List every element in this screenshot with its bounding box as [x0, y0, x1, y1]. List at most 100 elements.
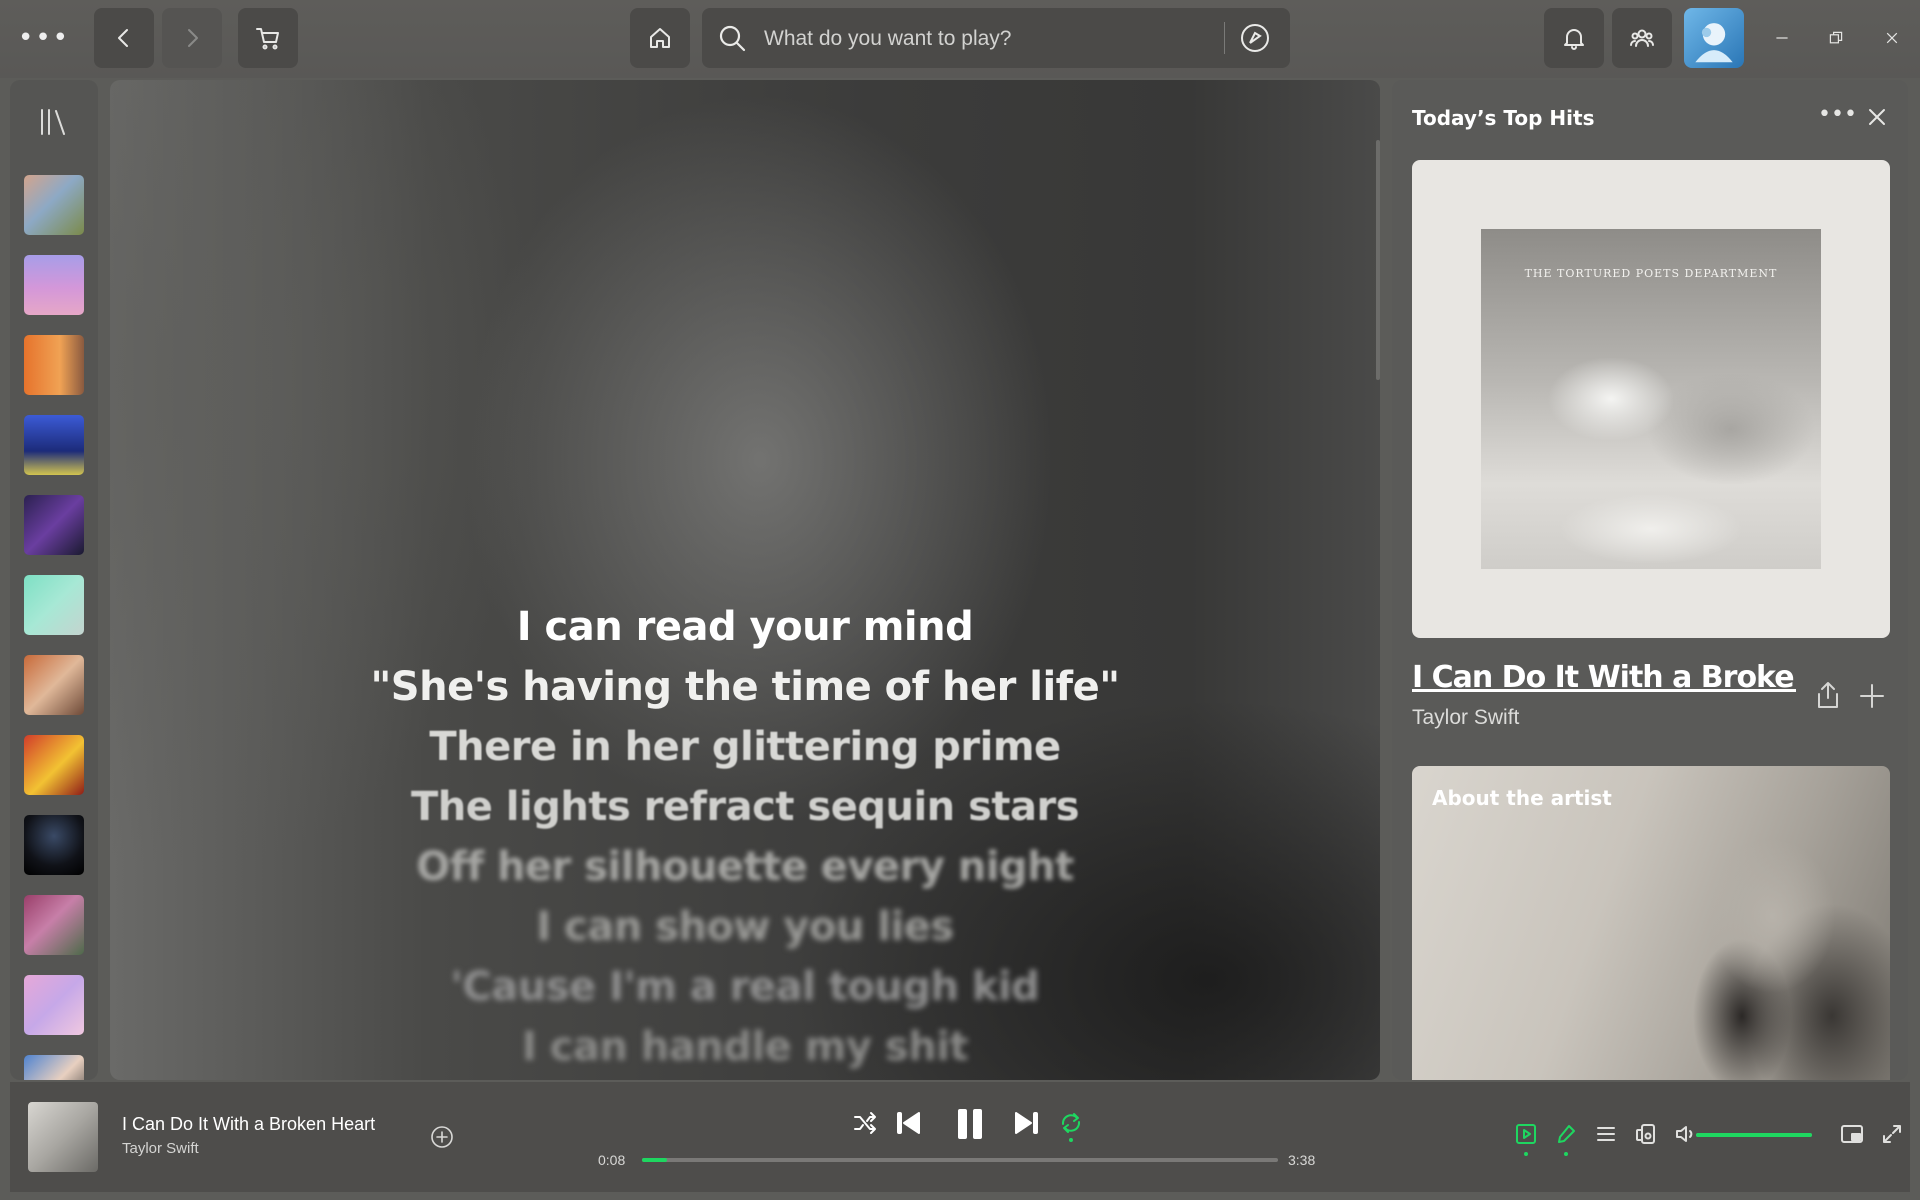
minimize-icon	[1776, 37, 1788, 39]
share-icon[interactable]	[1814, 680, 1842, 710]
now-playing-panel: Today’s Top Hits ••• THE TORTURED POETS …	[1392, 80, 1908, 1080]
playlist-thumbnail[interactable]	[24, 815, 84, 875]
repeat-icon	[1061, 1113, 1081, 1133]
repeat-active-dot	[1069, 1138, 1073, 1142]
playlist-thumbnail[interactable]	[24, 735, 84, 795]
close-window-button[interactable]	[1872, 22, 1912, 54]
lyric-line[interactable]: There in her glittering prime	[110, 724, 1380, 770]
song-title-link[interactable]: I Can Do It With a Broken Heart	[1412, 660, 1796, 695]
pause-icon	[958, 1109, 982, 1139]
album-cover-title: THE TORTURED POETS DEPARTMENT	[1524, 267, 1778, 280]
player-track-title[interactable]: I Can Do It With a Broken Heart	[122, 1114, 375, 1135]
now-playing-cover[interactable]	[28, 1102, 98, 1172]
volume-icon	[1676, 1126, 1693, 1142]
search-bar[interactable]	[702, 8, 1326, 68]
profile-avatar-button[interactable]	[1684, 8, 1744, 68]
top-bar: •••	[0, 0, 1920, 78]
lyrics-scrollbar[interactable]	[1376, 140, 1380, 380]
notifications-button[interactable]	[1544, 8, 1604, 68]
skip-forward-icon	[1015, 1112, 1038, 1134]
restore-button[interactable]	[1816, 22, 1856, 54]
avatar-icon	[1695, 23, 1733, 63]
progress-fill	[642, 1158, 668, 1162]
library-icon[interactable]	[36, 104, 72, 140]
lyric-line[interactable]: 'Cause I'm a real tough kid	[110, 964, 1380, 1010]
lyric-line[interactable]: I can handle my shit	[110, 1024, 1380, 1070]
album-cover-image: THE TORTURED POETS DEPARTMENT	[1481, 229, 1821, 569]
home-icon	[650, 28, 670, 48]
restore-icon	[1829, 31, 1843, 44]
close-icon[interactable]	[1862, 102, 1892, 132]
about-the-artist-title: About the artist	[1432, 786, 1612, 810]
connect-device-button[interactable]	[1634, 1122, 1658, 1146]
lyrics-button[interactable]	[1554, 1122, 1578, 1146]
shuffle-button[interactable]	[852, 1110, 878, 1136]
now-playing-panel-title[interactable]: Today’s Top Hits	[1412, 106, 1595, 130]
player-track-artist[interactable]: Taylor Swift	[122, 1140, 199, 1157]
lyric-line-current[interactable]: I can read your mind	[110, 604, 1380, 650]
shuffle-icon	[854, 1112, 876, 1134]
now-playing-view-icon	[1516, 1124, 1536, 1144]
playlist-thumbnail[interactable]	[24, 655, 84, 715]
microphone-icon	[1558, 1125, 1575, 1143]
cart-icon	[256, 28, 279, 50]
cart-button[interactable]	[238, 8, 298, 68]
search-divider	[1224, 22, 1225, 54]
playlist-thumbnail[interactable]	[24, 495, 84, 555]
time-elapsed: 0:08	[598, 1152, 626, 1168]
device-icon	[1636, 1124, 1655, 1144]
playlist-thumbnail[interactable]	[24, 1055, 84, 1080]
repeat-button[interactable]	[1058, 1110, 1084, 1136]
browse-icon[interactable]	[1239, 22, 1271, 54]
chevron-right-icon	[188, 29, 198, 47]
fullscreen-button[interactable]	[1880, 1122, 1904, 1146]
close-icon	[1886, 32, 1898, 44]
panel-more-icon[interactable]: •••	[1818, 102, 1857, 130]
add-to-library-icon[interactable]	[430, 1125, 454, 1149]
next-button[interactable]	[1010, 1107, 1042, 1139]
mute-button[interactable]	[1674, 1122, 1698, 1146]
volume-slider[interactable]	[1696, 1133, 1812, 1137]
playlist-thumbnail[interactable]	[24, 415, 84, 475]
lyric-line[interactable]: I can show you lies	[110, 904, 1380, 950]
now-playing-view-button[interactable]	[1514, 1122, 1538, 1146]
friend-activity-button[interactable]	[1612, 8, 1672, 68]
minimize-button[interactable]	[1762, 22, 1802, 54]
progress-bar[interactable]	[642, 1158, 1278, 1162]
about-the-artist-card[interactable]: About the artist	[1412, 766, 1890, 1080]
pause-button[interactable]	[950, 1104, 990, 1144]
skip-back-icon	[897, 1112, 920, 1134]
time-total: 3:38	[1288, 1152, 1316, 1168]
lyric-line[interactable]: "She's having the time of her life"	[110, 664, 1380, 710]
home-button[interactable]	[630, 8, 690, 68]
queue-button[interactable]	[1594, 1122, 1618, 1146]
library-sidebar	[10, 80, 98, 1080]
lyric-line[interactable]: Off her silhouette every night	[110, 844, 1380, 890]
lyrics-view: I can read your mind "She's having the t…	[110, 80, 1380, 1080]
queue-icon	[1597, 1127, 1615, 1141]
lyrics-active-dot	[1564, 1152, 1568, 1156]
add-to-playlist-icon[interactable]	[1858, 682, 1886, 710]
previous-button[interactable]	[893, 1107, 925, 1139]
playlist-thumbnail[interactable]	[24, 175, 84, 235]
back-button[interactable]	[94, 8, 154, 68]
miniplayer-icon	[1841, 1125, 1863, 1143]
playlist-thumbnail[interactable]	[24, 975, 84, 1035]
playlist-thumbnail[interactable]	[24, 575, 84, 635]
forward-button[interactable]	[162, 8, 222, 68]
playlist-thumbnail[interactable]	[24, 255, 84, 315]
album-art-card[interactable]: THE TORTURED POETS DEPARTMENT	[1412, 160, 1890, 638]
playlist-thumbnail[interactable]	[24, 335, 84, 395]
friends-icon	[1630, 29, 1654, 47]
artist-link[interactable]: Taylor Swift	[1412, 706, 1519, 730]
playlist-thumbnail[interactable]	[24, 895, 84, 955]
lyric-line[interactable]: The lights refract sequin stars	[110, 784, 1380, 830]
expand-icon	[1883, 1125, 1901, 1143]
miniplayer-button[interactable]	[1840, 1122, 1864, 1146]
chevron-left-icon	[118, 29, 128, 47]
now-playing-active-dot	[1524, 1152, 1528, 1156]
search-icon	[719, 25, 746, 52]
more-menu-icon[interactable]: •••	[18, 22, 68, 54]
bell-icon	[1564, 29, 1584, 50]
player-bar: I Can Do It With a Broken Heart Taylor S…	[10, 1082, 1910, 1192]
